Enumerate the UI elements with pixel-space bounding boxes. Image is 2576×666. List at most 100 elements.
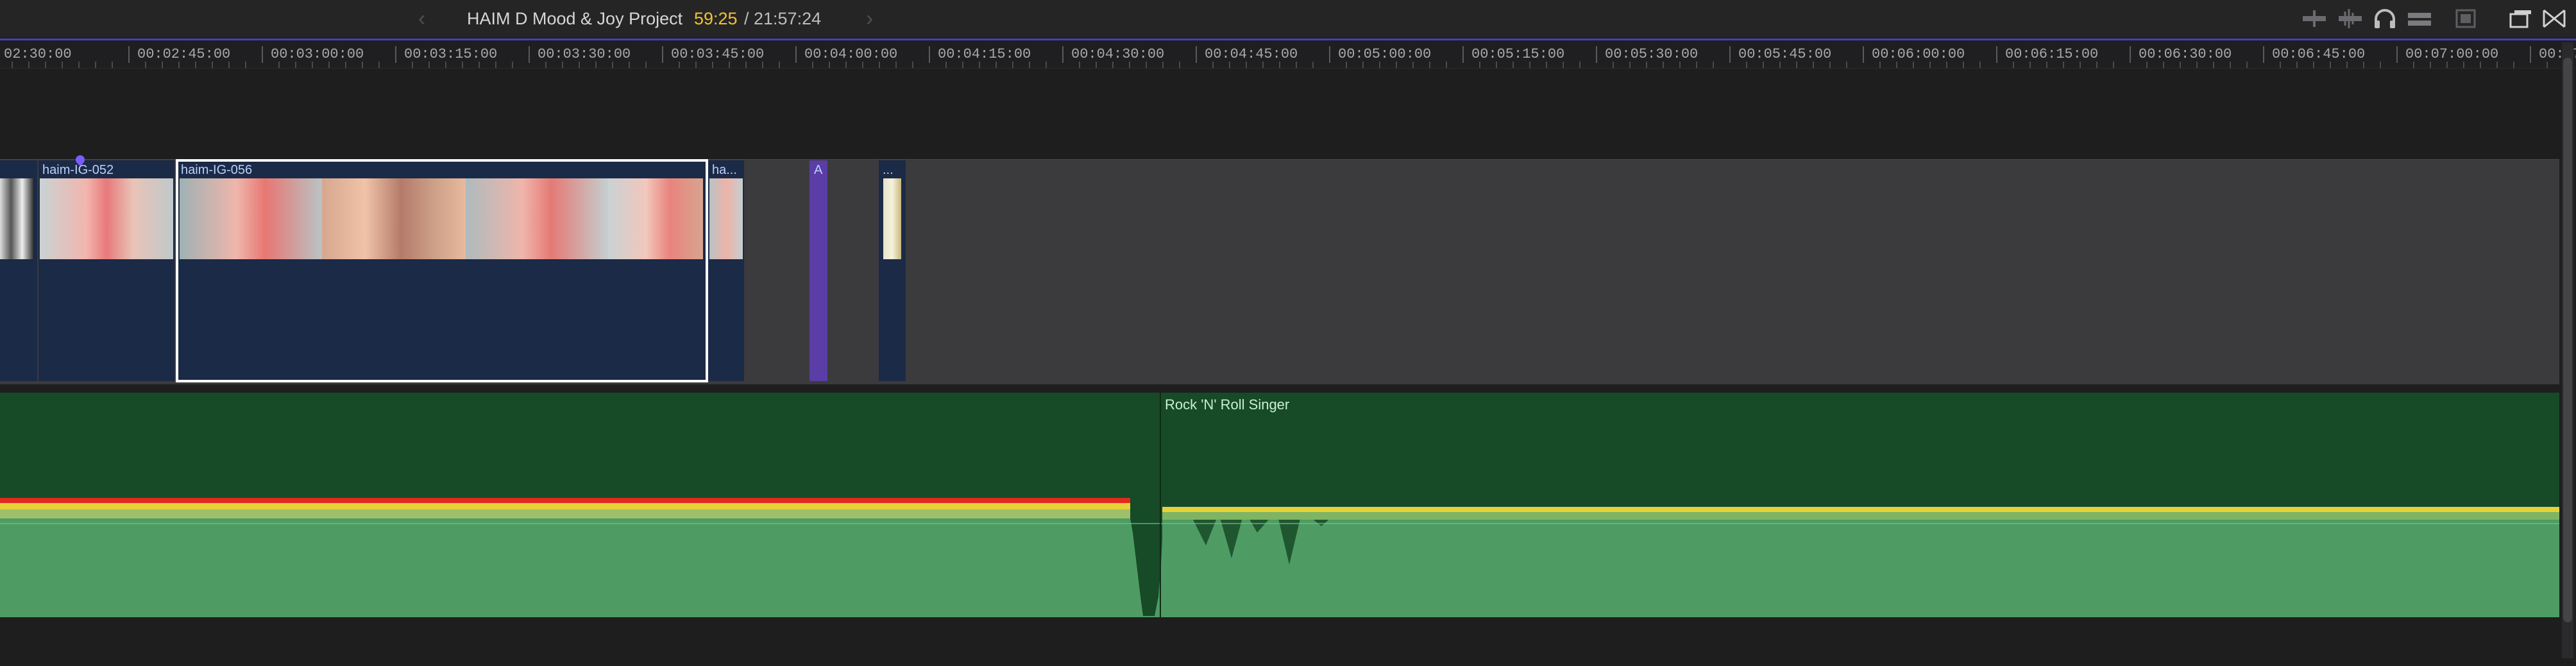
ruler-minor-tick	[228, 62, 230, 68]
ruler-minor-tick	[112, 62, 113, 68]
ruler-minor-tick	[1129, 62, 1130, 68]
clip-haim-ig-056[interactable]: haim-IG-056	[176, 159, 708, 382]
chevron-right-icon[interactable]: ›	[866, 6, 873, 31]
ruler-minor-tick	[2096, 62, 2097, 68]
clip-audition-a[interactable]: A	[809, 160, 827, 381]
ruler-minor-tick	[695, 62, 697, 68]
ruler-minor-tick	[2063, 62, 2064, 68]
ruler-minor-tick	[1496, 62, 1497, 68]
ruler-minor-tick	[1929, 62, 1931, 68]
clip-name: ...	[883, 163, 894, 177]
ruler-minor-tick	[1713, 62, 1714, 68]
clip-haim-ig-052[interactable]: haim-IG-052	[38, 160, 174, 381]
ruler-minor-tick	[479, 62, 480, 68]
ruler-minor-tick	[2296, 62, 2298, 68]
ruler-minor-tick	[845, 62, 847, 68]
ruler-tick-label: 00:03:00:00	[271, 46, 364, 62]
audio-fade-dip	[1130, 518, 1162, 616]
ruler-minor-tick	[1179, 62, 1180, 68]
audio-clip-boundary	[1160, 393, 1161, 617]
ruler-minor-tick	[295, 62, 296, 68]
ruler-tick-label: 00:04:15:00	[938, 46, 1031, 62]
ruler-minor-tick	[1262, 62, 1264, 68]
clip-thumbnail	[709, 178, 743, 259]
ruler-minor-tick	[212, 62, 213, 68]
ruler-tick-label: 00:04:45:00	[1205, 46, 1298, 62]
audio-skimming-icon[interactable]	[2337, 8, 2363, 30]
ruler-minor-tick	[178, 62, 180, 68]
clip-partial-left[interactable]	[0, 160, 37, 381]
clip-short[interactable]: ...	[879, 160, 906, 381]
ruler-major-tick	[1996, 46, 1997, 63]
clip-thumbnail	[608, 178, 703, 259]
window-layout-icon[interactable]	[2507, 8, 2532, 30]
ruler-tick-label: 00:05:15:00	[1471, 46, 1565, 62]
ruler-minor-tick	[2113, 62, 2114, 68]
ruler-minor-tick	[545, 62, 547, 68]
ruler-minor-tick	[812, 62, 813, 68]
ruler-major-tick	[1596, 46, 1597, 63]
ruler-minor-tick	[1679, 62, 1681, 68]
ruler-minor-tick	[1879, 62, 1881, 68]
clip-thumbnail	[883, 178, 901, 259]
clip-thumbnail	[322, 178, 466, 259]
audio-clip-name: Rock 'N' Roll Singer	[1165, 397, 1290, 413]
ruler-minor-tick	[345, 62, 346, 68]
ruler-minor-tick	[2029, 62, 2031, 68]
ruler-minor-tick	[1563, 62, 1564, 68]
ruler-major-tick	[2530, 46, 2531, 63]
ruler-minor-tick	[1296, 62, 1297, 68]
ruler-minor-tick	[195, 62, 196, 68]
ruler-tick-label: 00:07:00:00	[2405, 46, 2499, 62]
ruler-minor-tick	[245, 62, 246, 68]
snapping-icon[interactable]	[2407, 8, 2432, 30]
ruler-minor-tick	[162, 62, 163, 68]
ruler-major-tick	[1329, 46, 1330, 63]
audio-level-transition	[0, 509, 1130, 518]
ruler-minor-tick	[1229, 62, 1230, 68]
ruler-minor-tick	[1796, 62, 1797, 68]
ruler-minor-tick	[2246, 62, 2248, 68]
ruler-minor-tick	[512, 62, 513, 68]
ruler-minor-tick	[1813, 62, 1814, 68]
ruler-minor-tick	[2463, 62, 2464, 68]
close-panel-icon[interactable]	[2541, 8, 2567, 30]
ruler-major-tick	[662, 46, 663, 63]
ruler-minor-tick	[1613, 62, 1614, 68]
ruler-minor-tick	[629, 62, 630, 68]
clip-ha[interactable]: ha...	[708, 160, 744, 381]
ruler-minor-tick	[45, 62, 46, 68]
ruler-major-tick	[1863, 46, 1864, 63]
ruler-minor-tick	[996, 62, 997, 68]
ruler-minor-tick	[862, 62, 863, 68]
ruler-minor-tick	[2546, 62, 2548, 68]
ruler-minor-tick	[328, 62, 330, 68]
ruler-minor-tick	[679, 62, 680, 68]
ruler-minor-tick	[1779, 62, 1781, 68]
ruler-minor-tick	[62, 62, 63, 68]
ruler-minor-tick	[2346, 62, 2348, 68]
clip-name: haim-IG-056	[181, 163, 253, 177]
clip-name: ha...	[712, 163, 737, 177]
ruler-minor-tick	[1846, 62, 1847, 68]
ruler-minor-tick	[2180, 62, 2181, 68]
clip-connect-icon[interactable]	[2301, 8, 2327, 30]
scrollbar-thumb[interactable]	[2563, 58, 2572, 622]
ruler-minor-tick	[2363, 62, 2364, 68]
clip-appearance-icon[interactable]	[2453, 8, 2479, 30]
clip-name: A	[814, 163, 823, 177]
headphones-icon[interactable]	[2372, 8, 2398, 30]
ruler-minor-tick	[1396, 62, 1397, 68]
ruler-minor-tick	[1896, 62, 1897, 68]
ruler-minor-tick	[1146, 62, 1147, 68]
ruler-minor-tick	[1963, 62, 1964, 68]
clip-thumbnail	[466, 178, 608, 259]
ruler-minor-tick	[2496, 62, 2498, 68]
audio-level-yellow-right	[1162, 507, 2559, 512]
chevron-left-icon[interactable]: ‹	[418, 6, 425, 31]
ruler-tick-label: 00:04:00:00	[804, 46, 898, 62]
ruler-minor-tick	[1212, 62, 1214, 68]
ruler-minor-tick	[95, 62, 96, 68]
ruler-major-tick	[2396, 46, 2398, 63]
ruler-minor-tick	[1746, 62, 1747, 68]
